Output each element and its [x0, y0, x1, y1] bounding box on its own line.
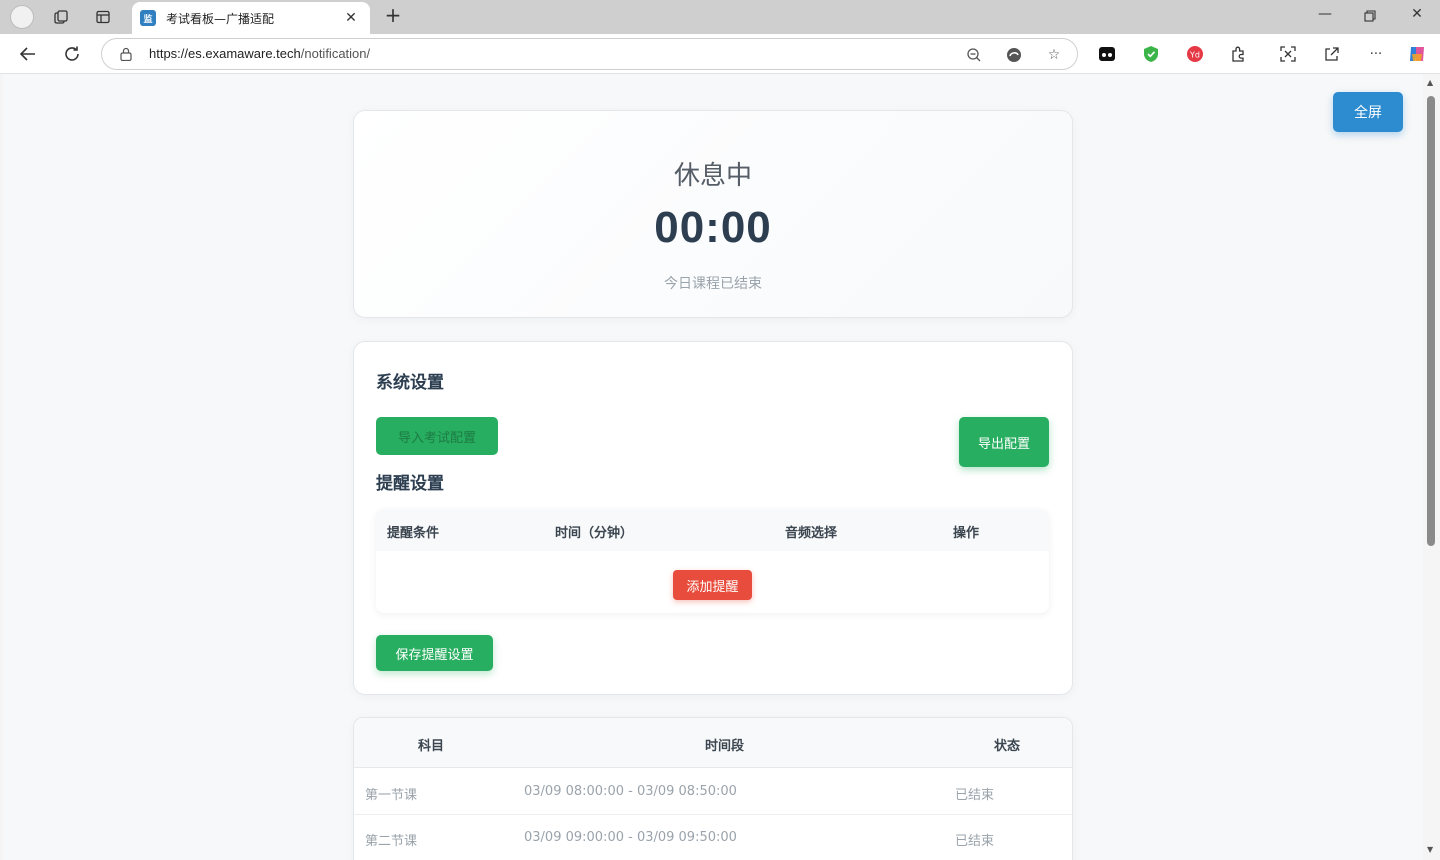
vertical-scrollbar[interactable]: ▲ ▼ [1423, 74, 1440, 860]
scroll-down-icon[interactable]: ▼ [1427, 845, 1433, 854]
svg-text:Yd: Yd [1189, 51, 1200, 60]
column-header: 操作 [953, 526, 980, 541]
subject-cell: 第二节课 [365, 834, 418, 849]
fullscreen-button[interactable]: 全屏 [1333, 92, 1403, 132]
export-config-button[interactable]: 导出配置 [959, 417, 1049, 467]
tab-close-icon[interactable]: ✕ [342, 10, 360, 26]
subject-cell: 第一节课 [365, 788, 418, 803]
active-tab[interactable]: 监 考试看板—广播适配 ✕ [132, 2, 370, 34]
reminder-settings-title: 提醒设置 [376, 474, 444, 494]
column-header: 提醒条件 [387, 526, 440, 541]
youdao-icon[interactable]: Yd [1184, 43, 1206, 65]
restore-icon[interactable] [1355, 6, 1385, 28]
column-header: 时间（分钟） [555, 526, 634, 541]
url-text: https://es.examaware.tech/notification/ [149, 46, 371, 61]
column-header: 科目 [418, 739, 445, 754]
status-title: 休息中 [673, 161, 752, 191]
tab-title: 考试看板—广播适配 [166, 11, 275, 26]
period-cell: 03/09 08:00:00 - 03/09 08:50:00 [524, 784, 737, 799]
import-config-button[interactable]: 导入考试配置 [376, 417, 498, 455]
scroll-up-icon[interactable]: ▲ [1427, 78, 1433, 87]
back-arrow-icon[interactable] [16, 42, 40, 66]
share-icon[interactable] [1321, 43, 1343, 65]
system-settings-title: 系统设置 [376, 373, 444, 393]
lock-icon[interactable] [120, 47, 132, 61]
browser-tab-bar: 监 考试看板—广播适配 ✕ + — ✕ [0, 0, 1440, 34]
status-cell: 已结束 [955, 834, 995, 849]
period-cell: 03/09 09:00:00 - 03/09 09:50:00 [524, 830, 737, 845]
status-cell: 已结束 [955, 788, 995, 803]
table-row: 第一节课 03/09 08:00:00 - 03/09 08:50:00 已结束 [354, 769, 1072, 815]
scrollbar-thumb[interactable] [1427, 96, 1435, 546]
schedule-table: 科目 时间段 状态 第一节课 03/09 08:00:00 - 03/09 08… [353, 717, 1073, 860]
status-subtitle: 今日课程已结束 [664, 276, 762, 292]
more-menu-icon[interactable]: ··· [1365, 43, 1387, 65]
browser-toolbar: https://es.examaware.tech/notification/ … [0, 34, 1440, 74]
reminder-table-header: 提醒条件 时间（分钟） 音频选择 操作 [376, 509, 1049, 551]
address-bar[interactable]: https://es.examaware.tech/notification/ … [101, 38, 1078, 70]
status-card: 休息中 00:00 今日课程已结束 [353, 110, 1073, 318]
tab-favicon-icon: 监 [140, 10, 156, 26]
extension-one-icon[interactable] [1096, 43, 1118, 65]
favorite-star-icon[interactable]: ☆ [1044, 45, 1064, 65]
extensions-puzzle-icon[interactable] [1228, 43, 1250, 65]
screenshot-icon[interactable] [1277, 43, 1299, 65]
copilot-icon[interactable] [1406, 43, 1428, 65]
countdown-timer: 00:00 [654, 203, 772, 252]
shield-icon[interactable] [1140, 43, 1162, 65]
schedule-table-header: 科目 时间段 状态 [354, 718, 1072, 768]
table-row: 第二节课 03/09 09:00:00 - 03/09 09:50:00 已结束 [354, 815, 1072, 860]
close-window-icon[interactable]: ✕ [1402, 6, 1432, 28]
zoom-out-icon[interactable] [964, 45, 984, 65]
column-header: 音频选择 [785, 526, 838, 541]
collections-icon[interactable] [50, 6, 72, 28]
refresh-icon[interactable] [60, 42, 84, 66]
save-reminder-button[interactable]: 保存提醒设置 [376, 635, 493, 671]
page-viewport: 全屏 休息中 00:00 今日课程已结束 系统设置 导入考试配置 导出配置 提醒… [3, 74, 1423, 860]
minimize-icon[interactable]: — [1310, 6, 1340, 28]
column-header: 状态 [994, 739, 1021, 754]
add-reminder-button[interactable]: 添加提醒 [673, 570, 752, 600]
settings-card: 系统设置 导入考试配置 导出配置 提醒设置 提醒条件 时间（分钟） 音频选择 操… [353, 341, 1073, 695]
column-header: 时间段 [705, 739, 745, 754]
tab-actions-icon[interactable] [92, 6, 114, 28]
read-aloud-icon[interactable] [1004, 45, 1024, 65]
new-tab-icon[interactable]: + [382, 5, 404, 27]
profile-avatar[interactable] [10, 5, 34, 29]
reminder-table: 提醒条件 时间（分钟） 音频选择 操作 添加提醒 [376, 509, 1049, 613]
